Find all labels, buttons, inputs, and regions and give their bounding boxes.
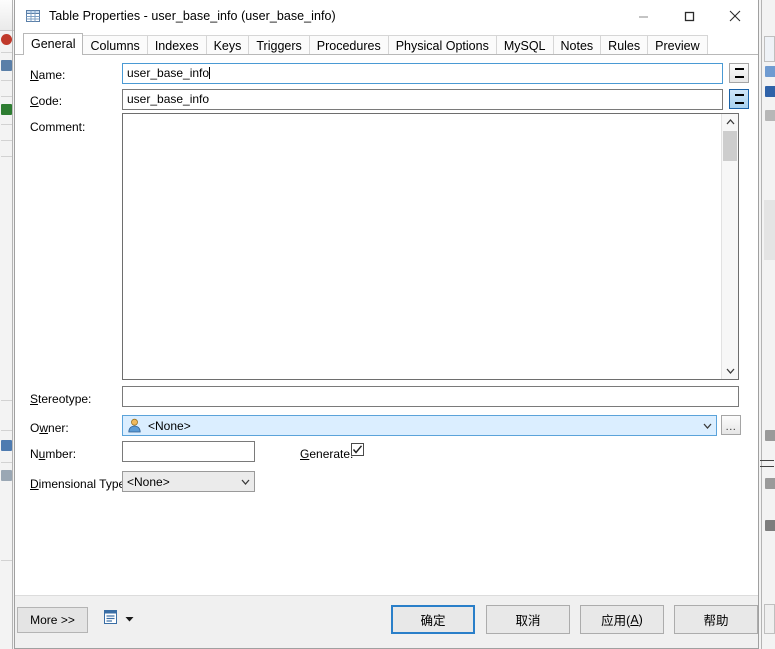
background-icon-blue bbox=[765, 66, 775, 77]
text-caret bbox=[209, 67, 211, 79]
scroll-up-icon[interactable] bbox=[722, 114, 738, 130]
background-icon-tool bbox=[765, 478, 775, 489]
table-icon bbox=[25, 8, 41, 24]
dialog-title: Table Properties - user_base_info (user_… bbox=[49, 9, 336, 23]
background-icon-panel bbox=[1, 470, 12, 481]
close-icon[interactable] bbox=[712, 0, 758, 32]
background-icon-selected bbox=[765, 86, 775, 97]
equals-glyph bbox=[734, 68, 744, 78]
name-equals-button[interactable] bbox=[729, 63, 749, 83]
tab-indexes[interactable]: Indexes bbox=[146, 35, 207, 55]
background-app-right-strip bbox=[759, 0, 775, 649]
chevron-down-icon[interactable] bbox=[125, 611, 134, 625]
comment-label: Comment: bbox=[30, 120, 86, 134]
code-input[interactable]: user_base_info bbox=[122, 89, 723, 110]
tab-strip: General Columns Indexes Keys Triggers Pr… bbox=[15, 33, 758, 55]
background-icon-green bbox=[1, 104, 12, 115]
maximize-icon[interactable] bbox=[666, 0, 712, 32]
minimize-icon[interactable] bbox=[620, 0, 666, 32]
dialog-titlebar[interactable]: Table Properties - user_base_info (user_… bbox=[15, 0, 758, 33]
dialog-footer: More >> 确定 取消 应用(A) 帮助 bbox=[15, 595, 758, 648]
tab-keys[interactable]: Keys bbox=[205, 35, 250, 55]
background-icon-panel bbox=[1, 440, 12, 451]
dimensional-type-value: <None> bbox=[127, 474, 170, 489]
tab-preview[interactable]: Preview bbox=[647, 35, 708, 55]
owner-label: Owner: bbox=[30, 421, 69, 435]
background-pane bbox=[764, 36, 775, 62]
background-icon-tool bbox=[765, 520, 775, 531]
ok-button[interactable]: 确定 bbox=[391, 605, 475, 634]
code-label: Code: bbox=[30, 94, 63, 108]
number-label: Number: bbox=[30, 447, 77, 461]
background-app-left-strip bbox=[0, 0, 14, 649]
background-icon-blue bbox=[1, 60, 12, 71]
tab-triggers[interactable]: Triggers bbox=[248, 35, 310, 55]
equals-glyph bbox=[734, 94, 744, 104]
owner-value: <None> bbox=[148, 418, 191, 433]
tab-procedures[interactable]: Procedures bbox=[308, 35, 389, 55]
tab-physical-options[interactable]: Physical Options bbox=[387, 35, 497, 55]
cancel-button[interactable]: 取消 bbox=[486, 605, 570, 634]
properties-icon bbox=[102, 609, 119, 626]
background-edge-line bbox=[761, 0, 762, 649]
background-edge-line bbox=[12, 0, 13, 649]
general-tab-panel: Name: user_base_info Code: user_base_inf… bbox=[15, 54, 758, 595]
scrollbar-thumb[interactable] bbox=[723, 131, 737, 161]
comment-textarea[interactable] bbox=[122, 113, 739, 380]
table-properties-dialog: Table Properties - user_base_info (user_… bbox=[14, 0, 759, 649]
tab-columns[interactable]: Columns bbox=[82, 35, 148, 55]
background-divider bbox=[760, 466, 774, 467]
tab-mysql[interactable]: MySQL bbox=[495, 35, 554, 55]
generate-label: Generate: bbox=[300, 447, 354, 461]
tab-rules[interactable]: Rules bbox=[600, 35, 649, 55]
tab-notes[interactable]: Notes bbox=[552, 35, 602, 55]
dimensional-type-label: Dimensional Type: bbox=[30, 477, 129, 491]
code-equals-button[interactable] bbox=[729, 89, 749, 109]
stereotype-input[interactable] bbox=[122, 386, 739, 407]
background-pane bbox=[764, 200, 775, 260]
apply-button[interactable]: 应用(A) bbox=[580, 605, 664, 634]
background-icon-tool bbox=[765, 110, 775, 121]
background-pane bbox=[764, 604, 775, 634]
properties-menu-button[interactable] bbox=[102, 609, 134, 626]
help-button[interactable]: 帮助 bbox=[674, 605, 758, 634]
more-button[interactable]: More >> bbox=[17, 607, 88, 633]
owner-combobox[interactable]: <None> bbox=[122, 415, 717, 436]
background-divider bbox=[760, 460, 774, 461]
number-input[interactable] bbox=[122, 441, 255, 462]
owner-browse-button[interactable]: ... bbox=[721, 415, 741, 435]
chevron-down-icon[interactable] bbox=[236, 479, 254, 485]
name-input[interactable]: user_base_info bbox=[122, 63, 723, 84]
background-icon-tool bbox=[765, 430, 775, 441]
name-label: Name: bbox=[30, 68, 66, 82]
dimensional-type-select[interactable]: <None> bbox=[122, 471, 255, 492]
tab-general[interactable]: General bbox=[23, 33, 84, 55]
window-controls bbox=[620, 0, 758, 32]
generate-checkbox[interactable] bbox=[351, 443, 364, 456]
stereotype-label: Stereotype: bbox=[30, 392, 92, 406]
background-icon-red bbox=[1, 34, 12, 45]
chevron-down-icon[interactable] bbox=[698, 423, 716, 429]
comment-scrollbar[interactable] bbox=[721, 114, 738, 379]
user-icon bbox=[127, 418, 142, 433]
scroll-down-icon[interactable] bbox=[722, 363, 738, 379]
